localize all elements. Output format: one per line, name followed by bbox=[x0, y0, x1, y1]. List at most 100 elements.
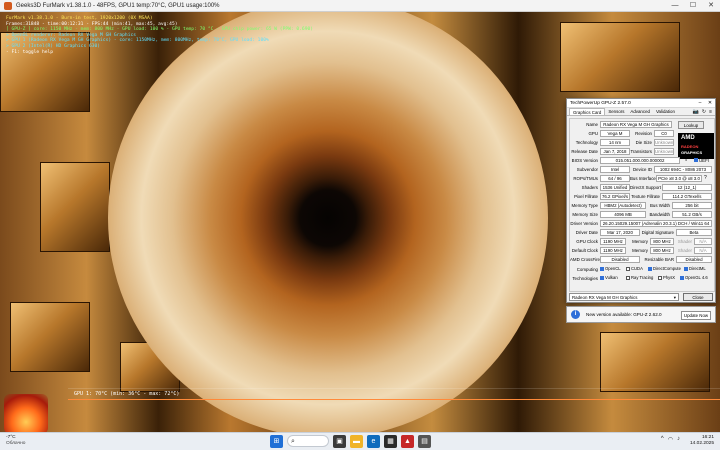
edge-browser-icon[interactable]: e bbox=[367, 435, 380, 448]
gpuz-minimize-button[interactable]: – bbox=[695, 100, 705, 106]
value-crossfire: Disabled bbox=[600, 256, 640, 263]
taskbar-clock[interactable]: 16:21 14.02.2025 bbox=[690, 435, 714, 447]
label-texture-fillrate: Texture Fillrate bbox=[631, 194, 660, 199]
furmark-window-title: Geeks3D FurMark v1.38.1.0 - 48FPS, GPU1 … bbox=[16, 2, 220, 9]
window-controls: — ☐ ✕ bbox=[666, 0, 720, 12]
label-device-id: Device ID bbox=[632, 167, 652, 172]
checkbox-icon bbox=[600, 266, 604, 271]
share-icon[interactable]: ⇪ bbox=[684, 157, 688, 163]
notification-message: New version available: GPU-Z 2.62.0 bbox=[586, 312, 662, 317]
weather-widget[interactable]: -7°C Облачно bbox=[6, 435, 25, 447]
camera-icon[interactable]: 📷 bbox=[693, 109, 699, 115]
checkbox-ray-tracing[interactable]: Ray Tracing bbox=[626, 274, 653, 281]
info-icon: i bbox=[571, 310, 580, 319]
value-default-shader: N/A bbox=[694, 247, 712, 254]
label-memory-type: Memory Type bbox=[571, 203, 598, 208]
furmark-titlebar: Geeks3D FurMark v1.38.1.0 - 48FPS, GPU1 … bbox=[0, 0, 720, 12]
temperature-line bbox=[68, 399, 720, 400]
gpuz-close-button[interactable]: ✕ bbox=[705, 100, 715, 106]
value-bios: 015.051.000.000.000002 bbox=[600, 157, 680, 164]
overlay-line: [ GPU-Z ] core: 1150 MHz - mem: 800 MHz … bbox=[6, 27, 313, 33]
help-icon[interactable]: ? bbox=[704, 175, 707, 181]
gpuz-title: TechPowerUp GPU-Z 2.57.0 bbox=[570, 100, 631, 106]
decor-cube bbox=[600, 332, 710, 392]
checkbox-opencl[interactable]: OpenCL bbox=[600, 265, 621, 272]
volume-icon[interactable]: ♪ bbox=[677, 436, 680, 443]
checkbox-label: OpenGL 4.6 bbox=[685, 275, 708, 280]
value-default-memory: 800 MHz bbox=[650, 247, 674, 254]
furmark-taskbar-icon[interactable]: ▲ bbox=[401, 435, 414, 448]
label-rops: ROPs/TMUs bbox=[573, 176, 598, 181]
value-gpu-clock: 1190 MHz bbox=[600, 238, 626, 245]
value-digital-signature: Beta bbox=[676, 229, 712, 236]
taskbar: -7°C Облачно ⊞ ▣ ▬ e ▦ ▲ ▤ ^ ◠ ♪ 16:21 1… bbox=[0, 432, 720, 450]
windows-start-icon[interactable]: ⊞ bbox=[270, 435, 283, 448]
fur-eye-sphere bbox=[108, 12, 548, 432]
value-default-clock: 1190 MHz bbox=[600, 247, 626, 254]
label-default-memory: Memory bbox=[632, 248, 648, 253]
graphics-text: GRAPHICS bbox=[681, 150, 703, 155]
label-memory-clock: Memory bbox=[632, 239, 648, 244]
tab-graphics-card[interactable]: Graphics Card bbox=[569, 108, 606, 115]
tab-validation[interactable]: Validation bbox=[653, 108, 678, 115]
label-gpu-clock: GPU Clock bbox=[576, 239, 598, 244]
checkbox-icon bbox=[680, 275, 684, 280]
checkbox-label: CUDA bbox=[631, 266, 643, 271]
label-shader-clock: Shader bbox=[677, 239, 692, 244]
maximize-button[interactable]: ☐ bbox=[684, 0, 702, 12]
update-now-button[interactable]: Update Now bbox=[681, 311, 711, 320]
label-technology: Technology bbox=[575, 140, 598, 145]
checkbox-directml[interactable]: DirectML bbox=[684, 265, 706, 272]
tray-overflow-icon[interactable]: ^ bbox=[661, 436, 664, 443]
clock-date: 14.02.2025 bbox=[689, 441, 714, 446]
value-driver-date: Mar 17, 2020 bbox=[600, 229, 640, 236]
value-shader-clock: N/A bbox=[694, 238, 712, 245]
uefi-label: UEFI bbox=[699, 158, 710, 163]
gpuz-taskbar-icon[interactable]: ▤ bbox=[418, 435, 431, 448]
checkbox-icon bbox=[694, 158, 698, 162]
checkbox-opengl[interactable]: OpenGL 4.6 bbox=[680, 274, 708, 281]
label-name: Name bbox=[586, 122, 598, 127]
checkbox-label: DirectCompute bbox=[653, 266, 681, 271]
checkbox-icon bbox=[658, 275, 662, 280]
value-driver-version: 26.20.15029.15007 (Adrenalin 20.3.1) DCH… bbox=[600, 220, 712, 227]
tab-sensors[interactable]: Sensors bbox=[605, 108, 627, 115]
update-notification: i New version available: GPU-Z 2.62.0 Up… bbox=[566, 306, 716, 323]
value-device-id: 1002 694C - 8086 2073 bbox=[654, 166, 712, 173]
value-revision: C0 bbox=[654, 130, 674, 137]
label-technologies: Technologies bbox=[572, 276, 598, 281]
checkbox-icon bbox=[600, 275, 604, 280]
checkbox-icon bbox=[626, 266, 630, 271]
task-view-icon[interactable]: ▣ bbox=[333, 435, 346, 448]
gpu-select-dropdown[interactable]: Radeon RX Vega M GH Graphics bbox=[569, 293, 679, 301]
label-pixel-fillrate: Pixel Fillrate bbox=[574, 194, 598, 199]
label-bios: BIOS Version bbox=[571, 158, 598, 163]
checkbox-directcompute[interactable]: DirectCompute bbox=[648, 265, 681, 272]
label-driver-version: Driver Version bbox=[570, 221, 598, 226]
file-explorer-icon[interactable]: ▬ bbox=[350, 435, 363, 448]
label-release-date: Release Date bbox=[571, 149, 598, 154]
checkbox-vulkan[interactable]: Vulkan bbox=[600, 274, 618, 281]
value-die-size: Unknown bbox=[654, 139, 674, 146]
checkbox-icon bbox=[626, 275, 630, 280]
checkbox-label: Ray Tracing bbox=[631, 275, 654, 280]
furmark-stats-overlay: FurMark v1.38.1.0 - Burn-in test, 1920x1… bbox=[6, 16, 313, 55]
menu-icon[interactable]: ≡ bbox=[709, 109, 712, 115]
amd-brand-text: AMD bbox=[681, 135, 695, 141]
value-rops: 64 / 96 bbox=[600, 175, 630, 182]
gpuz-close-dialog-button[interactable]: Close bbox=[683, 293, 713, 301]
taskbar-search[interactable] bbox=[287, 435, 329, 447]
wifi-icon[interactable]: ◠ bbox=[668, 436, 673, 443]
tab-advanced[interactable]: Advanced bbox=[627, 108, 653, 115]
checkbox-cuda[interactable]: CUDA bbox=[626, 265, 643, 272]
gpuz-titlebar: TechPowerUp GPU-Z 2.57.0 – ✕ bbox=[567, 99, 715, 108]
store-icon[interactable]: ▦ bbox=[384, 435, 397, 448]
value-technology: 14 nm bbox=[600, 139, 630, 146]
screen: Geeks3D FurMark v1.38.1.0 - 48FPS, GPU1 … bbox=[0, 0, 720, 450]
close-button[interactable]: ✕ bbox=[702, 0, 720, 12]
refresh-icon[interactable]: ↻ bbox=[702, 109, 706, 115]
checkbox-physx[interactable]: PhysX bbox=[658, 274, 675, 281]
lookup-button[interactable]: Lookup bbox=[678, 121, 704, 129]
amd-radeon-logo: AMD RADEON GRAPHICS bbox=[678, 133, 714, 159]
minimize-button[interactable]: — bbox=[666, 0, 684, 12]
